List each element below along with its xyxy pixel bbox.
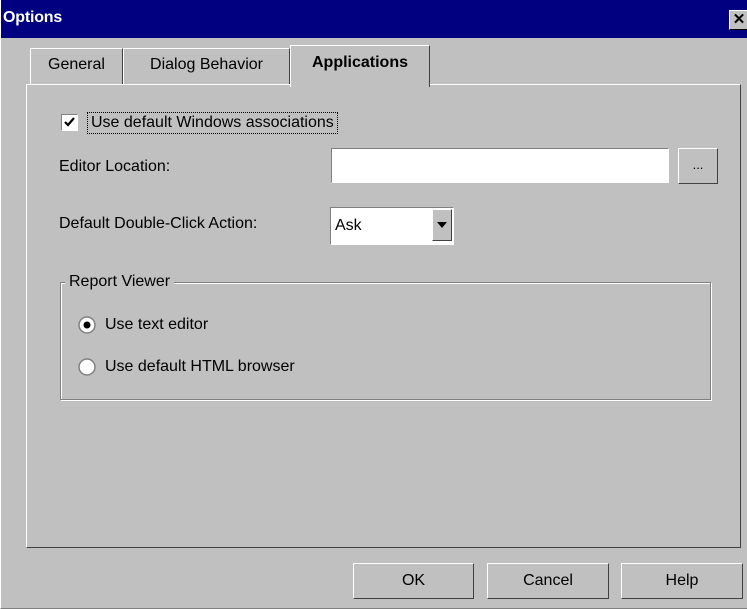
dropdown-button[interactable]: [432, 209, 452, 241]
use-html-browser-radio[interactable]: [78, 358, 96, 376]
help-button[interactable]: Help: [621, 563, 743, 599]
close-icon: ✕: [732, 11, 746, 28]
use-default-associations-checkbox[interactable]: [61, 114, 78, 131]
tab-applications[interactable]: Applications: [290, 45, 430, 87]
report-viewer-title: Report Viewer: [65, 273, 175, 291]
double-click-action-select[interactable]: Ask: [330, 207, 454, 245]
use-text-editor-label[interactable]: Use text editor: [105, 316, 208, 334]
title-bar[interactable]: Options ✕: [1, 0, 747, 38]
editor-location-input[interactable]: [331, 148, 669, 183]
tab-general[interactable]: General: [30, 48, 123, 85]
ok-button[interactable]: OK: [353, 563, 474, 599]
double-click-action-label: Default Double-Click Action:: [59, 215, 258, 232]
editor-location-label: Editor Location:: [59, 158, 171, 175]
use-text-editor-radio[interactable]: [78, 316, 96, 334]
options-dialog: Options ✕ General Dialog Behavior Applic…: [0, 0, 747, 609]
use-html-browser-label[interactable]: Use default HTML browser: [105, 358, 295, 376]
close-button[interactable]: ✕: [729, 10, 747, 30]
report-viewer-group: [60, 282, 711, 400]
tab-dialog-behavior[interactable]: Dialog Behavior: [123, 48, 290, 85]
double-click-action-value: Ask: [335, 217, 362, 234]
cancel-button[interactable]: Cancel: [487, 563, 609, 599]
use-default-associations-label[interactable]: Use default Windows associations: [87, 112, 338, 134]
browse-button[interactable]: ...: [678, 148, 718, 184]
window-title: Options: [3, 9, 63, 26]
check-mark-icon: [64, 117, 75, 127]
chevron-down-icon: [437, 222, 447, 228]
